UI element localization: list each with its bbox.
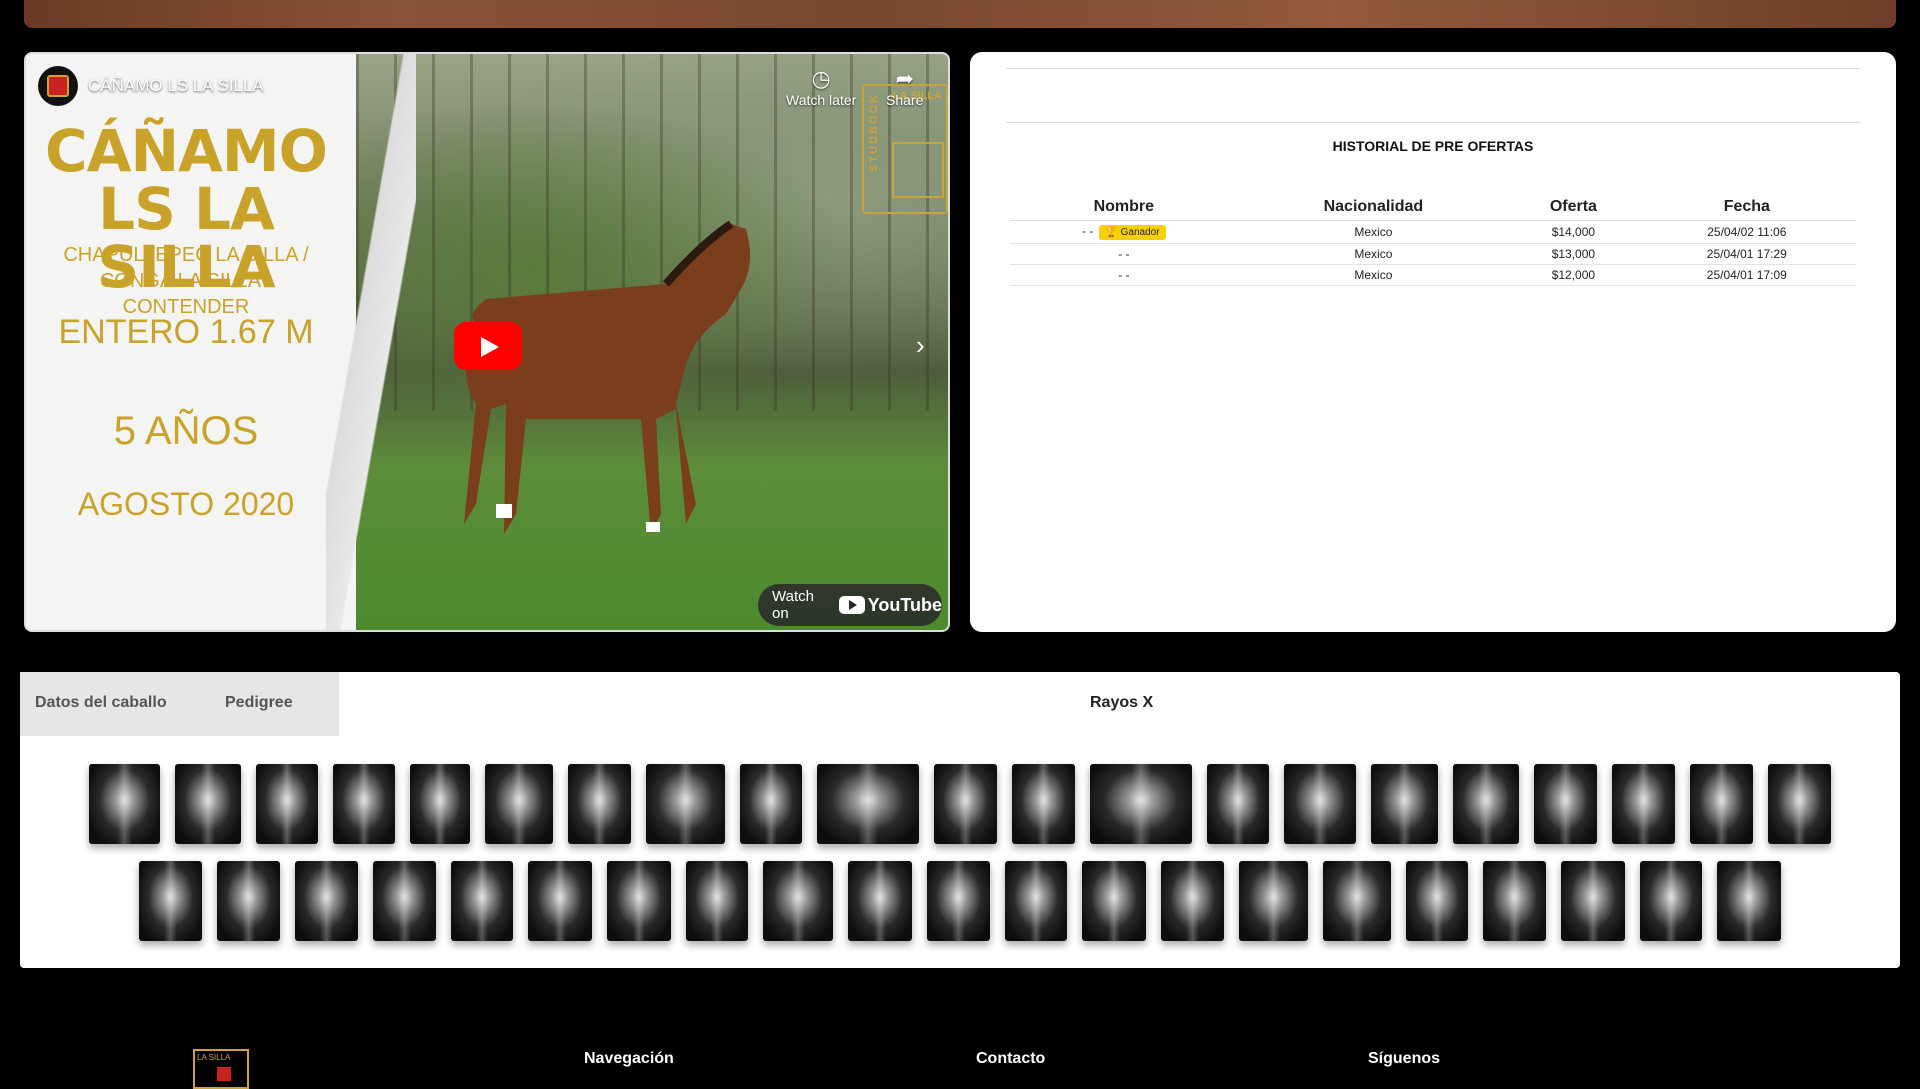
xray-thumbnail[interactable]: [1082, 861, 1146, 941]
xray-thumbnail[interactable]: [686, 861, 748, 941]
xray-thumbnail[interactable]: [1534, 764, 1597, 844]
table-row: - - 🏆 Ganador Mexico $14,000 25/04/02 11:…: [1010, 220, 1856, 244]
xray-thumbnail[interactable]: [89, 764, 160, 844]
youtube-logo-icon: YouTube: [838, 595, 942, 616]
offers-table: Nombre Nacionalidad Oferta Fecha - - 🏆 Ga…: [1010, 196, 1856, 286]
tab-datos-del-caballo[interactable]: Datos del caballo: [35, 694, 167, 712]
chevron-right-icon[interactable]: ›: [916, 330, 925, 361]
col-oferta: Oferta: [1509, 196, 1638, 221]
col-fecha: Fecha: [1637, 196, 1856, 221]
xray-thumbnail[interactable]: [295, 861, 358, 941]
xray-thumbnail[interactable]: [1284, 764, 1356, 844]
tab-rayos-x[interactable]: Rayos X: [1090, 694, 1153, 712]
xray-thumbnail[interactable]: [1453, 764, 1519, 844]
winner-badge: 🏆 Ganador: [1099, 225, 1166, 240]
xray-thumbnail[interactable]: [1483, 861, 1546, 941]
offers-title: HISTORIAL DE PRE OFERTAS: [1332, 138, 1534, 154]
xray-thumbnail[interactable]: [607, 861, 671, 941]
xray-thumbnail[interactable]: [1239, 861, 1308, 941]
xray-thumbnail[interactable]: [568, 764, 631, 844]
xray-thumbnail[interactable]: [256, 764, 318, 844]
xray-thumbnail[interactable]: [817, 764, 919, 844]
xray-thumbnail[interactable]: [485, 764, 553, 844]
play-button[interactable]: [454, 322, 522, 370]
overlay-parents: CHAPULTEPEC LA SILLA / CONGA LA SILLA - …: [63, 244, 309, 318]
xray-thumbnail[interactable]: [175, 764, 241, 844]
xray-thumbnail[interactable]: [1612, 764, 1675, 844]
footer-logo[interactable]: LA SILLA: [193, 1049, 249, 1089]
video-title[interactable]: CÁÑAMO LS LA SILLA: [88, 76, 264, 96]
xray-thumbnail[interactable]: [934, 764, 997, 844]
col-nombre: Nombre: [1010, 196, 1238, 221]
xray-thumbnail[interactable]: [1090, 764, 1192, 844]
xray-thumbnail[interactable]: [1207, 764, 1269, 844]
watch-later-button[interactable]: ◷ Watch later: [786, 66, 856, 108]
xray-thumbnail[interactable]: [1371, 764, 1438, 844]
xray-thumbnail[interactable]: [1323, 861, 1391, 941]
xray-thumbnail[interactable]: [1012, 764, 1075, 844]
xray-thumbnail[interactable]: [1406, 861, 1468, 941]
share-button[interactable]: ➦ Share: [886, 66, 923, 108]
xray-thumbnail[interactable]: [1561, 861, 1625, 941]
share-icon: ➦: [895, 66, 914, 91]
col-nacionalidad: Nacionalidad: [1237, 196, 1510, 221]
xray-thumbnail[interactable]: [1640, 861, 1702, 941]
table-row: - - Mexico $13,000 25/04/01 17:29: [1010, 243, 1856, 265]
youtube-video-embed[interactable]: CÁÑAMO LS LA SILLA CHAPULTEPEC LA SILLA …: [24, 52, 950, 632]
pre-offers-panel: HISTORIAL DE PRE OFERTAS Nombre Nacional…: [970, 52, 1896, 632]
clock-icon: ◷: [811, 66, 831, 91]
horse-image: [464, 220, 750, 534]
xray-thumbnail[interactable]: [333, 764, 395, 844]
xray-thumbnail[interactable]: [927, 861, 990, 941]
xray-thumbnail[interactable]: [740, 764, 802, 844]
footer-contacto-heading: Contacto: [976, 1050, 1046, 1067]
overlay-sex-height: ENTERO 1.67 M: [58, 313, 314, 351]
overlay-age: 5 AÑOS: [113, 409, 259, 453]
xray-thumbnail[interactable]: [373, 861, 436, 941]
xray-thumbnail[interactable]: [1005, 861, 1067, 941]
xray-thumbnail[interactable]: [217, 861, 280, 941]
xray-thumbnail[interactable]: [410, 764, 470, 844]
xray-thumbnail[interactable]: [1690, 764, 1753, 844]
watch-on-youtube-button[interactable]: Watch on YouTube: [758, 584, 942, 626]
xray-thumbnail[interactable]: [848, 861, 912, 941]
xray-thumbnail[interactable]: [451, 861, 513, 941]
tab-pedigree[interactable]: Pedigree: [225, 694, 293, 712]
footer-navegacion-heading: Navegación: [584, 1050, 674, 1067]
xray-thumbnail[interactable]: [1717, 861, 1781, 941]
xray-thumbnail[interactable]: [1768, 764, 1831, 844]
xray-gallery: [20, 764, 1900, 958]
channel-avatar[interactable]: [38, 66, 78, 106]
xray-thumbnail[interactable]: [528, 861, 592, 941]
xray-thumbnail[interactable]: [1161, 861, 1224, 941]
xray-thumbnail[interactable]: [646, 764, 725, 844]
overlay-date: AGOSTO 2020: [77, 486, 295, 522]
table-row: - - Mexico $12,000 25/04/01 17:09: [1010, 264, 1856, 286]
footer-siguenos-heading: Síguenos: [1368, 1050, 1441, 1067]
xray-thumbnail[interactable]: [139, 861, 202, 941]
xray-thumbnail[interactable]: [763, 861, 833, 941]
horse-details-panel: Datos del caballo Pedigree Rayos X: [20, 672, 1900, 968]
top-banner-image: [24, 0, 1896, 28]
